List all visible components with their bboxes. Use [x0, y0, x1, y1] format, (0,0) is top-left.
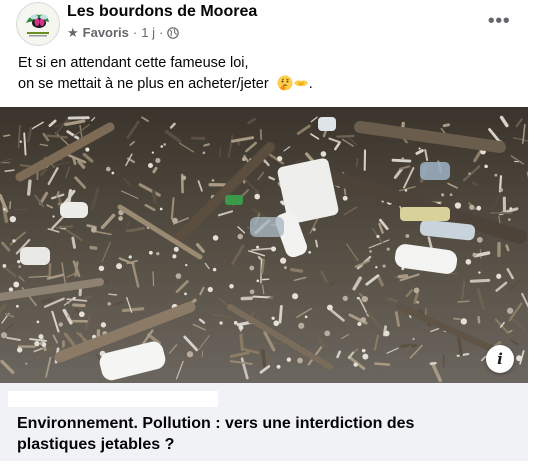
star-icon: ★: [67, 25, 79, 40]
page-margin: [530, 0, 560, 470]
thinking-face-emoji-icon: [277, 75, 293, 91]
post-message: Et si en attendant cette fameuse loi, on…: [18, 53, 518, 95]
image-info-button[interactable]: i: [486, 345, 514, 373]
meta-separator-2: ·: [158, 25, 164, 40]
link-domain-placeholder: [8, 391, 218, 407]
message-line-2: on se mettait à ne plus en acheter/jeter…: [18, 74, 518, 95]
page-name-link[interactable]: Les bourdons de Moorea: [67, 3, 257, 21]
meta-separator: ·: [132, 25, 138, 40]
link-preview[interactable]: Environnement. Pollution : vers une inte…: [0, 383, 528, 461]
post-timestamp[interactable]: 1 j: [141, 25, 155, 40]
facebook-post: Les bourdons de Moorea ★ Favoris · 1 j ·…: [0, 0, 560, 470]
more-options-button[interactable]: •••: [488, 10, 510, 32]
message-line-1: Et si en attendant cette fameuse loi,: [18, 55, 249, 71]
favorites-label[interactable]: Favoris: [83, 25, 129, 40]
page-avatar[interactable]: [16, 2, 60, 46]
link-title[interactable]: Environnement. Pollution : vers une inte…: [17, 413, 487, 455]
beach-debris-image: [0, 107, 528, 383]
post-photo[interactable]: i: [0, 107, 528, 383]
bumblebee-logo-icon: [18, 4, 58, 44]
globe-icon[interactable]: [167, 26, 180, 39]
post-meta: ★ Favoris · 1 j ·: [67, 25, 180, 40]
message-line-2-text: on se mettait à ne plus en acheter/jeter: [18, 76, 269, 92]
handshake-emoji-icon: [293, 80, 308, 87]
message-line-2-end: .: [308, 76, 313, 92]
